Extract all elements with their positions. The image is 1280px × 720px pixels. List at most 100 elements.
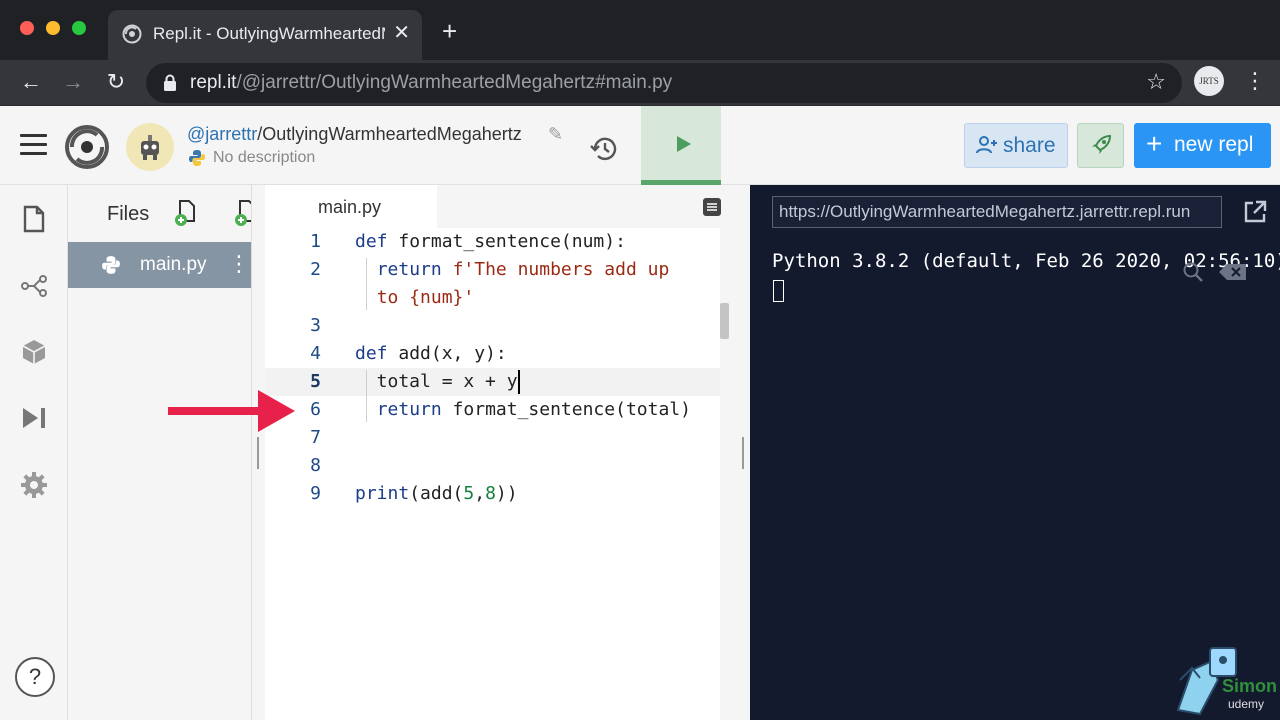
code-line[interactable]: to {num}'	[265, 284, 723, 312]
editor-tab-main-py[interactable]: main.py	[265, 185, 437, 228]
editor-tab-label: main.py	[318, 197, 382, 217]
code-token: print	[355, 483, 410, 504]
code-line[interactable]: 8	[265, 452, 723, 480]
splitter-grip[interactable]	[257, 437, 259, 469]
code-text: return f'The numbers add up	[355, 256, 670, 284]
code-line[interactable]: 2 return f'The numbers add up	[265, 256, 723, 284]
window-zoom-button[interactable]	[72, 21, 86, 35]
indent-guide	[366, 258, 367, 310]
code-token: return	[376, 399, 442, 420]
profile-avatar[interactable]: JRTS	[1194, 66, 1224, 96]
code-token: f'The numbers add up	[452, 259, 670, 280]
version-control-icon[interactable]	[20, 272, 48, 300]
web-view-url[interactable]: https://OutlyingWarmheartedMegahertz.jar…	[772, 196, 1222, 228]
line-number: 3	[310, 315, 321, 336]
browser-toolbar: ← → ↻ repl.it/@jarrettr/OutlyingWarmhear…	[0, 60, 1280, 106]
history-icon[interactable]	[589, 134, 619, 164]
code-line[interactable]: 7	[265, 424, 723, 452]
code-text: total = x + y	[355, 368, 520, 396]
python-file-icon	[102, 256, 120, 274]
code-token: 8	[485, 483, 496, 504]
line-number: 8	[310, 455, 321, 476]
reload-icon[interactable]: ↻	[103, 69, 129, 95]
replit-favicon-icon	[122, 24, 142, 44]
editor-console-splitter[interactable]	[737, 185, 750, 720]
console-search-icon[interactable]	[1182, 261, 1204, 283]
browser-tab[interactable]: Repl.it - OutlyingWarmheartedMegahertz ✕	[108, 10, 422, 60]
code-token: 5	[463, 483, 475, 504]
window-close-button[interactable]	[20, 21, 34, 35]
editor-scrollbar-thumb[interactable]	[720, 303, 729, 339]
code-text: def format_sentence(num):	[355, 228, 626, 256]
replit-logo[interactable]	[64, 124, 110, 170]
console-clear-icon[interactable]	[1218, 263, 1248, 281]
tab-close-icon[interactable]: ✕	[393, 22, 410, 44]
browser-menu-icon[interactable]: ⋮	[1244, 68, 1266, 94]
hamburger-menu-icon[interactable]	[20, 134, 47, 156]
code-text: to {num}'	[355, 284, 475, 312]
bookmark-star-icon[interactable]: ☆	[1146, 69, 1166, 95]
editor-menu-icon[interactable]	[702, 197, 722, 217]
file-more-options-icon[interactable]: ⋮	[228, 250, 250, 278]
splitter-grip[interactable]	[742, 437, 744, 469]
address-bar[interactable]: repl.it/@jarrettr/OutlyingWarmheartedMeg…	[146, 63, 1182, 103]
code-token: def	[355, 231, 388, 252]
code-token: ))	[495, 483, 518, 504]
back-arrow-icon[interactable]: ←	[18, 69, 44, 95]
open-in-new-tab-icon[interactable]	[1242, 199, 1268, 225]
code-line[interactable]: 4 def add(x, y):	[265, 340, 723, 368]
project-title[interactable]: @jarrettr/OutlyingWarmheartedMegahertz	[187, 124, 522, 145]
deploy-button[interactable]	[1077, 123, 1124, 168]
files-editor-splitter[interactable]	[252, 185, 265, 720]
code-line[interactable]: 9 print(add(5,8))	[265, 480, 723, 508]
add-user-icon	[976, 136, 997, 154]
line-number: 9	[310, 483, 321, 504]
files-panel: Files main.py ⋮	[68, 185, 252, 720]
text-cursor	[517, 370, 520, 394]
debugger-step-icon[interactable]	[20, 404, 48, 432]
run-button[interactable]	[641, 106, 721, 185]
repl-header: @jarrettr/OutlyingWarmheartedMegahertz ✎…	[0, 106, 1280, 185]
line-number: 4	[310, 343, 321, 364]
code-text: print(add(5,8))	[355, 480, 518, 508]
packages-cube-icon[interactable]	[20, 338, 48, 366]
file-item-main-py[interactable]: main.py ⋮	[68, 242, 251, 288]
new-tab-button[interactable]: +	[442, 18, 457, 44]
add-file-icon[interactable]	[174, 199, 198, 227]
files-icon[interactable]	[20, 205, 48, 233]
code-editor: main.py 1 def format_sentence(num): 2 retu…	[265, 185, 737, 720]
add-folder-icon[interactable]	[234, 199, 252, 227]
console-cursor[interactable]	[773, 280, 784, 302]
code-token: def	[355, 343, 388, 364]
help-button[interactable]: ?	[15, 657, 55, 697]
rocket-icon	[1092, 134, 1112, 154]
code-area[interactable]: 1 def format_sentence(num): 2 return f'The…	[265, 228, 723, 720]
robot-avatar-icon	[141, 135, 159, 160]
code-line[interactable]: 5 total = x + y	[265, 368, 723, 396]
code-token: format_sentence(total)	[441, 399, 691, 420]
code-line[interactable]: 6 return format_sentence(total)	[265, 396, 723, 424]
share-label: share	[1003, 134, 1056, 157]
plus-icon: +	[1146, 128, 1163, 159]
code-token: return	[376, 259, 442, 280]
edit-pencil-icon[interactable]: ✎	[548, 124, 563, 145]
code-token: add(x, y):	[387, 343, 507, 364]
code-line[interactable]: 3	[265, 312, 723, 340]
new-repl-button[interactable]: + new repl	[1134, 123, 1271, 168]
editor-scrollbar[interactable]	[720, 228, 737, 720]
new-repl-label: new repl	[1174, 133, 1254, 156]
sidebar-icon-bar	[0, 185, 68, 720]
code-token: ,	[474, 483, 486, 504]
code-token: (add(	[409, 483, 464, 504]
project-description[interactable]: No description	[213, 149, 315, 167]
project-avatar[interactable]	[126, 123, 174, 171]
share-button[interactable]: share	[964, 123, 1068, 168]
window-minimize-button[interactable]	[46, 21, 60, 35]
code-line[interactable]: 1 def format_sentence(num):	[265, 228, 723, 256]
url-text: repl.it/@jarrettr/OutlyingWarmheartedMeg…	[190, 72, 673, 93]
forward-arrow-icon[interactable]: →	[60, 69, 86, 95]
tab-title: Repl.it - OutlyingWarmheartedMegahertz	[153, 24, 385, 43]
play-icon	[677, 136, 691, 152]
line-number: 1	[310, 231, 321, 252]
settings-gear-icon[interactable]	[20, 471, 48, 499]
